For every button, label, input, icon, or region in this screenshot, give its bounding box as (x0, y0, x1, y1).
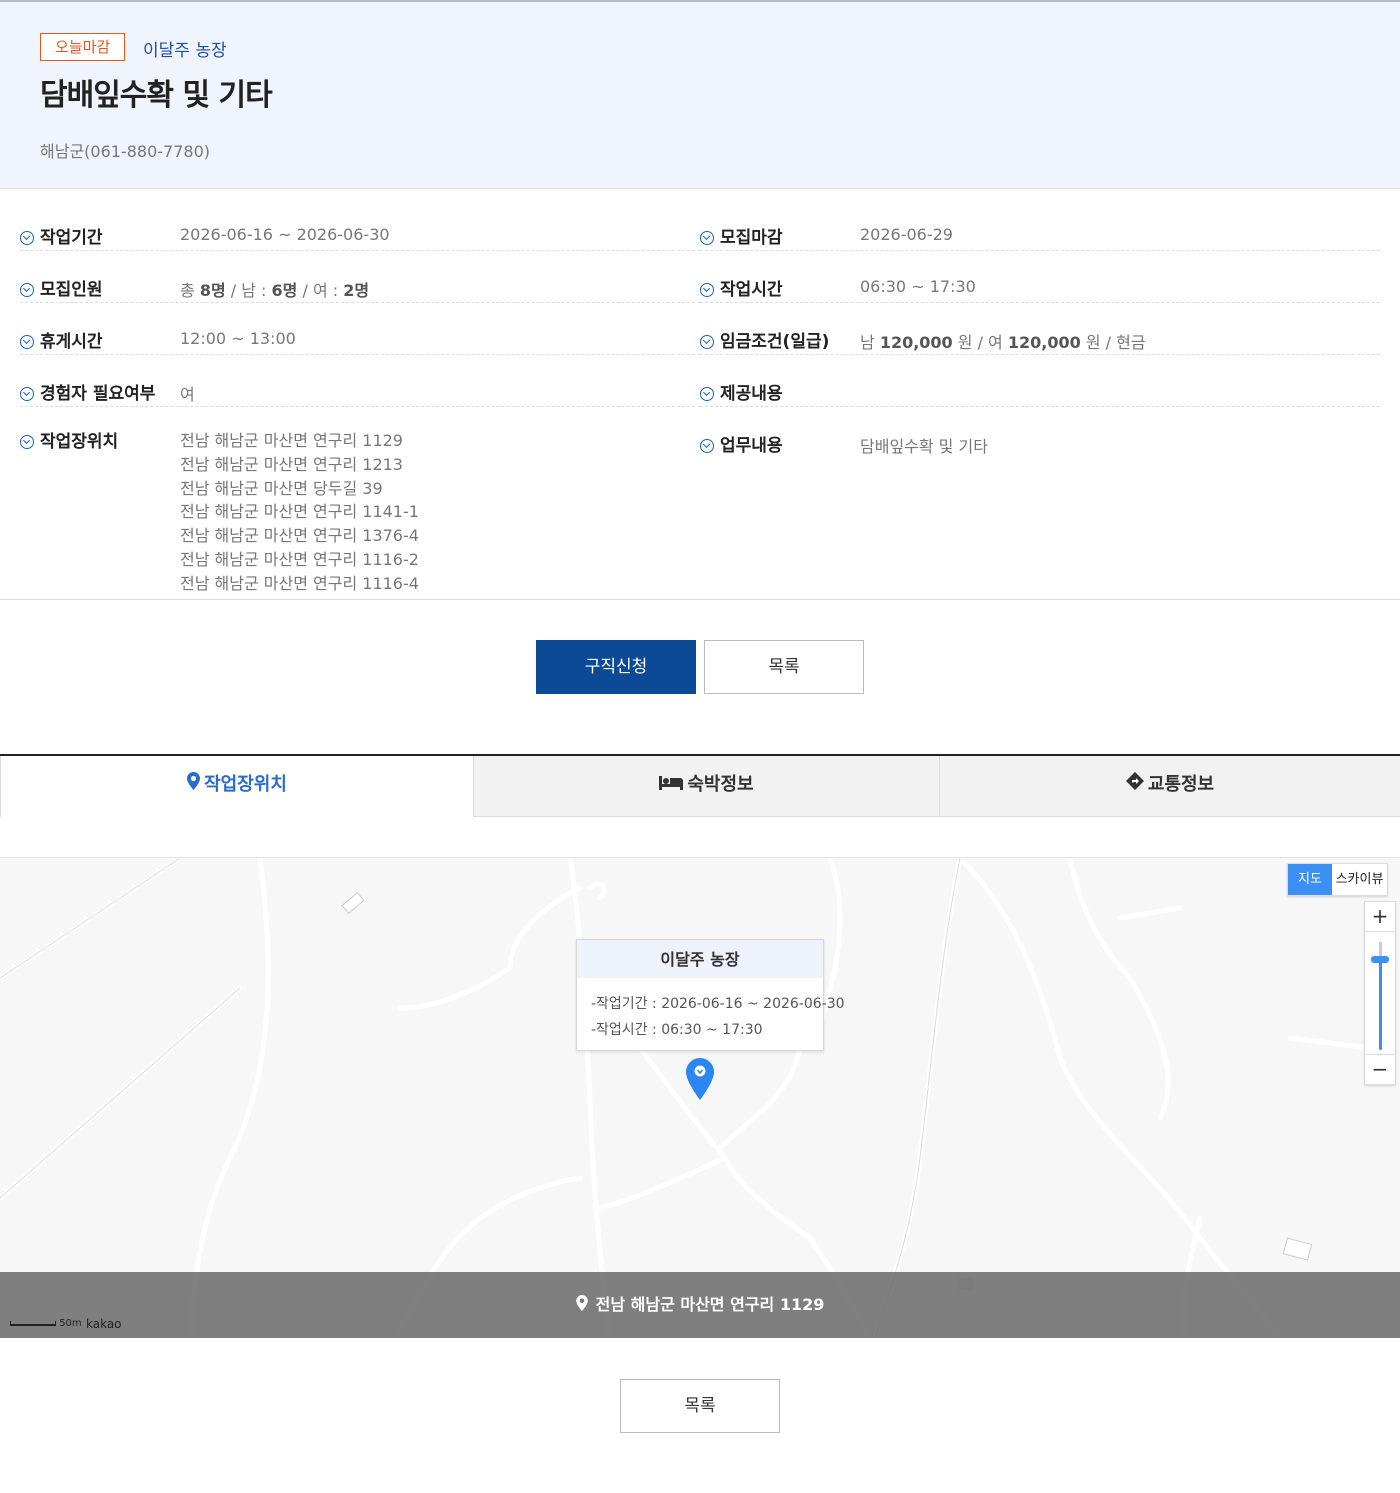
info-label: 제공내용 (720, 384, 783, 404)
tab-work-location[interactable]: 작업장위치 (0, 756, 473, 817)
location-item: 전남 해남군 마산면 연구리 1116-2 (180, 549, 419, 569)
map-pin-icon (187, 756, 201, 814)
info-window-period: -작업기간 : 2026-06-16 ~ 2026-06-30 (591, 996, 845, 1012)
check-circle-icon (20, 283, 34, 297)
info-row-deadline: 모집마감 2026-06-29 (700, 199, 1380, 251)
list-button[interactable]: 목록 (704, 640, 864, 694)
check-circle-icon (700, 439, 714, 453)
location-item: 전남 해남군 마산면 연구리 1376-4 (180, 526, 419, 546)
info-row-location: 작업장위치 전남 해남군 마산면 연구리 1129 전남 해남군 마산면 연구리… (20, 407, 700, 597)
location-item: 전남 해남군 마산면 연구리 1129 (180, 431, 403, 450)
info-row-headcount: 모집인원 총 8명 / 남 : 6명 / 여 : 2명 (20, 251, 700, 303)
location-item: 전남 해남군 마산면 당두길 39 (180, 478, 383, 498)
info-value: 2026-06-16 ~ 2026-06-30 (180, 225, 390, 244)
list-button-bottom[interactable]: 목록 (620, 1379, 780, 1433)
tab-label: 숙박정보 (687, 774, 754, 795)
info-label: 모집인원 (40, 280, 103, 300)
tab-lodging-info[interactable]: 숙박정보 (473, 756, 939, 817)
map-address-bar: 전남 해남군 마산면 연구리 1129 (0, 1272, 1400, 1338)
zoom-in-button[interactable]: + (1365, 902, 1395, 932)
map-type-control: 지도 스카이뷰 (1287, 863, 1388, 896)
map-marker-icon[interactable] (686, 1058, 714, 1104)
contact-info: 해남군(061-880-7780) (40, 142, 210, 161)
info-label: 업무내용 (720, 436, 783, 456)
job-header: 오늘마감 이달주 농장 담배잎수확 및 기타 해남군(061-880-7780) (0, 0, 1400, 189)
check-circle-icon (700, 231, 714, 245)
check-circle-icon (20, 387, 34, 401)
info-row-provided: 제공내용 (700, 355, 1380, 407)
tab-transport-info[interactable]: 교통정보 (939, 756, 1400, 817)
check-circle-icon (700, 283, 714, 297)
job-info-table: 작업기간 2026-06-16 ~ 2026-06-30 모집마감 2026-0… (0, 189, 1400, 600)
check-circle-icon (20, 335, 34, 349)
zoom-slider-handle[interactable] (1371, 956, 1389, 963)
check-circle-icon (700, 387, 714, 401)
map-type-skyview-button[interactable]: 스카이뷰 (1332, 864, 1387, 895)
check-circle-icon (700, 335, 714, 349)
map-info-window: 이달주 농장 -작업기간 : 2026-06-16 ~ 2026-06-30 -… (576, 939, 845, 1051)
check-circle-icon (20, 231, 34, 245)
info-label: 경험자 필요여부 (40, 384, 156, 404)
map-brand-logo: kakao (86, 1317, 122, 1331)
location-item: 전남 해남군 마산면 연구리 1141-1 (180, 502, 419, 522)
location-tabs: 작업장위치 숙박정보 교통정보 (0, 754, 1400, 817)
info-label: 모집마감 (720, 228, 783, 248)
info-value: 12:00 ~ 13:00 (180, 329, 296, 348)
bed-icon (659, 756, 684, 814)
zoom-out-button[interactable]: − (1365, 1054, 1395, 1084)
farm-name: 이달주 농장 (143, 41, 227, 61)
info-row-work-period: 작업기간 2026-06-16 ~ 2026-06-30 (20, 199, 700, 251)
info-label: 작업장위치 (40, 432, 119, 452)
location-list: 전남 해남군 마산면 연구리 1129 전남 해남군 마산면 연구리 1213 … (180, 429, 419, 596)
location-item: 전남 해남군 마산면 연구리 1213 (180, 454, 403, 474)
map-type-map-button[interactable]: 지도 (1288, 864, 1332, 895)
tab-label: 작업장위치 (204, 774, 287, 795)
info-value: 2026-06-29 (860, 225, 953, 244)
map-scale: 50m (10, 1318, 82, 1329)
tab-label: 교통정보 (1147, 774, 1215, 795)
info-label: 작업시간 (720, 280, 783, 300)
info-value: 총 8명 / 남 : 6명 / 여 : 2명 (180, 281, 370, 300)
info-label: 작업기간 (40, 228, 103, 248)
info-value: 여 (180, 385, 195, 404)
info-row-wage: 임금조건(일급) 남 120,000 원 / 여 120,000 원 / 현금 (700, 303, 1380, 355)
info-value: 담배잎수확 및 기타 (860, 437, 988, 456)
direction-sign-icon (1125, 756, 1144, 814)
info-label: 임금조건(일급) (720, 332, 830, 352)
info-label: 휴게시간 (40, 332, 103, 352)
info-window-hours: -작업시간 : 06:30 ~ 17:30 (591, 1022, 763, 1038)
info-value: 06:30 ~ 17:30 (860, 277, 976, 296)
map-view[interactable]: 지도 스카이뷰 + − 이달주 농장 -작업기간 : 2026-06-16 ~ … (0, 857, 1400, 1338)
zoom-control: + − (1364, 901, 1396, 1085)
apply-button[interactable]: 구직신청 (536, 640, 696, 694)
check-circle-icon (20, 435, 34, 449)
location-item: 전남 해남군 마산면 연구리 1116-4 (180, 573, 419, 593)
deadline-badge: 오늘마감 (40, 33, 126, 61)
info-row-duties: 업무내용 담배잎수확 및 기타 (700, 407, 1380, 597)
info-value: 남 120,000 원 / 여 120,000 원 / 현금 (860, 333, 1146, 352)
info-row-work-hours: 작업시간 06:30 ~ 17:30 (700, 251, 1380, 303)
info-row-experience: 경험자 필요여부 여 (20, 355, 700, 407)
page-title: 담배잎수확 및 기타 (40, 78, 273, 113)
map-pin-icon (575, 1273, 588, 1339)
info-row-break-time: 휴게시간 12:00 ~ 13:00 (20, 303, 700, 355)
info-window-title: 이달주 농장 (577, 940, 823, 978)
map-address-text: 전남 해남군 마산면 연구리 1129 (595, 1295, 825, 1314)
